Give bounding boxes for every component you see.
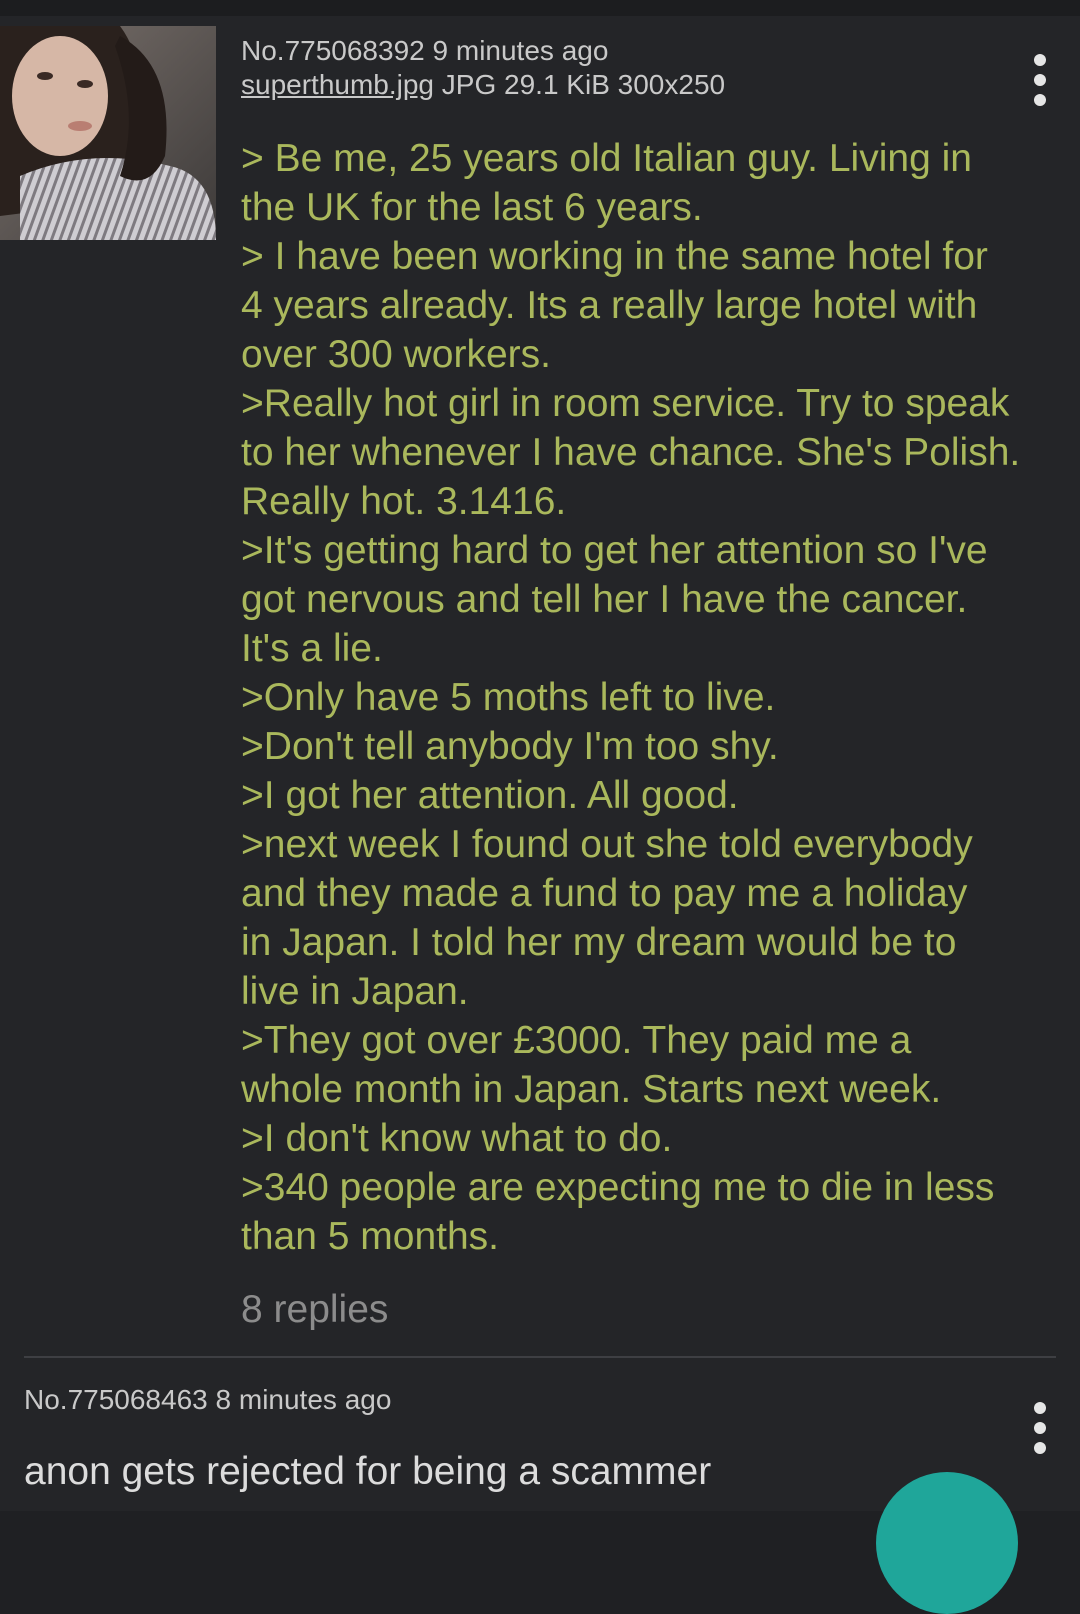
- comment-line: live in Japan.: [241, 970, 469, 1013]
- comment-line: and they made a fund to pay me a holiday: [241, 872, 968, 915]
- comment-line: in Japan. I told her my dream would be t…: [241, 921, 957, 964]
- reply-number[interactable]: No.775068463: [24, 1384, 208, 1415]
- thread-page: No.775068392 9 minutes ago superthumb.jp…: [0, 0, 1080, 1614]
- status-bar-edge: [0, 0, 1080, 16]
- comment-line: > I have been working in the same hotel …: [241, 235, 988, 278]
- post-thumbnail[interactable]: [0, 26, 216, 240]
- comment-line: over 300 workers.: [241, 333, 551, 376]
- post-divider: [24, 1356, 1056, 1358]
- more-vert-icon[interactable]: [1028, 1398, 1052, 1458]
- comment-line: whole month in Japan. Starts next week.: [241, 1068, 942, 1111]
- reply-comment: anon gets rejected for being a scammer: [24, 1450, 712, 1493]
- replies-count-link[interactable]: 8 replies: [241, 1286, 388, 1334]
- comment-line: >Only have 5 moths left to live.: [241, 676, 776, 719]
- comment-line: Really hot. 3.1416.: [241, 480, 567, 523]
- post-time: 9 minutes ago: [432, 35, 609, 66]
- comment-line: than 5 months.: [241, 1215, 499, 1258]
- post-header: No.775068392 9 minutes ago: [241, 34, 725, 68]
- comment-line: the UK for the last 6 years.: [241, 186, 703, 229]
- post-meta: No.775068392 9 minutes ago superthumb.jp…: [241, 34, 725, 102]
- comment-line: 4 years already. Its a really large hote…: [241, 284, 978, 327]
- more-vert-icon[interactable]: [1028, 50, 1052, 110]
- comment-line: got nervous and tell her I have the canc…: [241, 578, 968, 621]
- comment-line: >They got over £3000. They paid me a: [241, 1019, 912, 1062]
- fab-reply-icon[interactable]: [876, 1472, 1018, 1614]
- comment-line: It's a lie.: [241, 627, 383, 670]
- reply-time: 8 minutes ago: [215, 1384, 392, 1415]
- comment-line: to her whenever I have chance. She's Pol…: [241, 431, 1021, 474]
- comment-line: >Don't tell anybody I'm too shy.: [241, 725, 779, 768]
- file-details: JPG 29.1 KiB 300x250: [441, 69, 726, 100]
- file-name-link[interactable]: superthumb.jpg: [241, 69, 434, 100]
- post-comment: > Be me, 25 years old Italian guy. Livin…: [241, 134, 1071, 1261]
- comment-line: > Be me, 25 years old Italian guy. Livin…: [241, 137, 972, 180]
- post-number[interactable]: No.775068392: [241, 35, 425, 66]
- file-info-row: superthumb.jpg JPG 29.1 KiB 300x250: [241, 68, 725, 102]
- comment-line: >340 people are expecting me to die in l…: [241, 1166, 995, 1209]
- comment-line: >It's getting hard to get her attention …: [241, 529, 988, 572]
- comment-line: >I got her attention. All good.: [241, 774, 739, 817]
- reply-header: No.775068463 8 minutes ago: [24, 1383, 391, 1417]
- comment-line: >next week I found out she told everybod…: [241, 823, 973, 866]
- comment-line: >Really hot girl in room service. Try to…: [241, 382, 1010, 425]
- comment-line: >I don't know what to do.: [241, 1117, 673, 1160]
- photo-thumbnail-image: [0, 26, 216, 240]
